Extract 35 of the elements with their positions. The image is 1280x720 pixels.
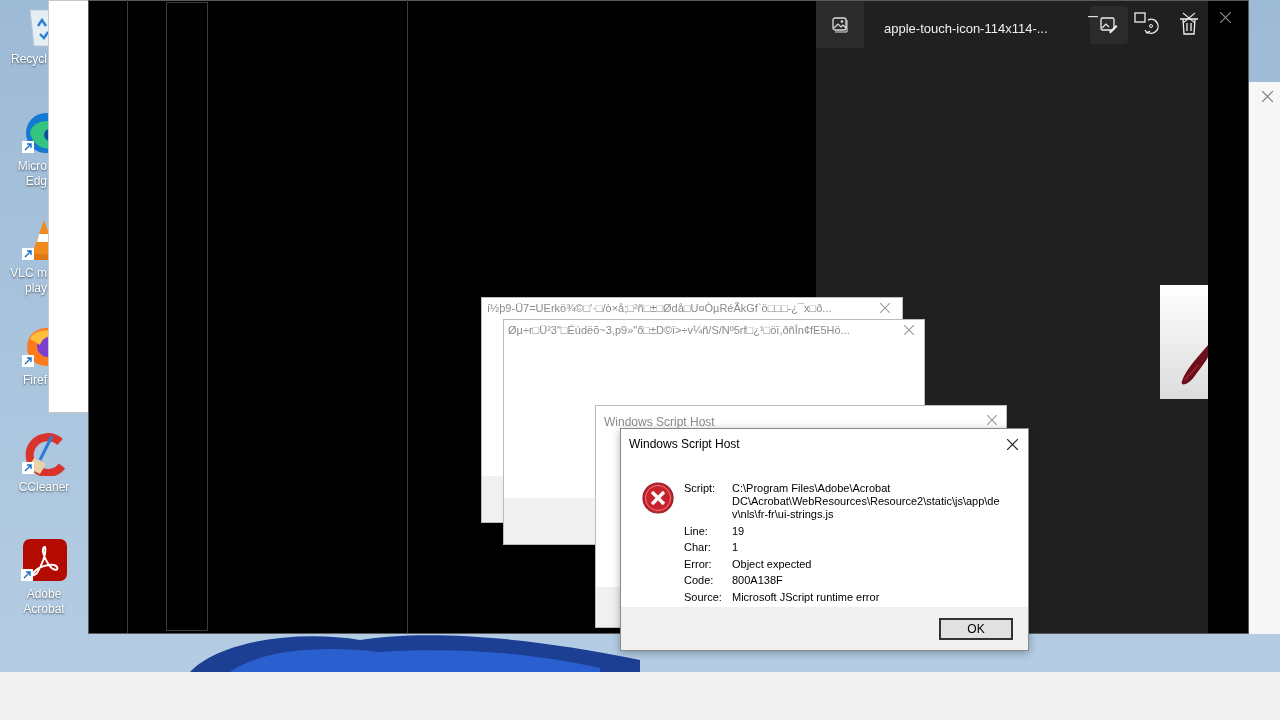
ok-button[interactable]: OK (939, 617, 1013, 640)
field-label: Script: (684, 482, 717, 496)
icon-label[interactable]: Recycl (11, 52, 47, 67)
close-icon[interactable] (1007, 438, 1018, 450)
icon-label[interactable]: VLC m play (10, 266, 47, 296)
dialog-title: Windows Script Host (604, 414, 715, 431)
field-label: Error: (684, 557, 713, 572)
gallery-button[interactable] (816, 1, 864, 48)
icon-label[interactable]: Micro Edg (17, 159, 47, 189)
field-label: Code: (684, 574, 715, 588)
field-value: 800A138F (732, 574, 784, 588)
document-app-icon (21, 539, 67, 583)
minimize-icon[interactable] (1088, 16, 1098, 18)
edit-button[interactable] (1090, 6, 1128, 44)
broom-icon (22, 432, 66, 476)
field-value: C:\Program Files\Adobe\Acrobat DC\Acrobat\WebResources\Resource2\static\js\app\dev\nls\fr-fr\ui-strings.js (732, 482, 1001, 522)
edit-image-icon (1100, 16, 1118, 34)
rotate-icon[interactable] (1134, 12, 1160, 36)
field-value: Object expected (732, 557, 813, 572)
field-value: 19 (732, 524, 746, 539)
error-icon (642, 482, 674, 514)
delete-icon[interactable] (1179, 12, 1199, 35)
field-value: 1 (732, 541, 740, 555)
icon-label[interactable]: Firef (23, 373, 47, 388)
dialog-title: í½þ9-Ü7=UErkö¾©□'·□/ò×å;□²ñ□±□Ødå□U¤ÒµRéÃkGf`ö□□□-¿¯x□ð... (487, 301, 832, 316)
field-value: Microsoft JScript runtime error (732, 590, 881, 605)
field-label: Char: (684, 541, 712, 555)
dialog-title: Windows Script Host (629, 436, 741, 453)
photo-title: apple-touch-icon-114x114-... (884, 20, 1048, 38)
field-label: Source: (684, 590, 723, 605)
dialog-title: Øµ÷r□Ü²3"□Éúdëõ~3,p9»"ő□±D©ï>÷v¼ñ/S/Nº5rf□¿¹□öï,ðñÎn¢fE5Hö... (508, 323, 850, 338)
icon-label[interactable]: Adobe Acrobat (23, 587, 65, 617)
icon-label[interactable]: CCleaner (18, 480, 70, 495)
image-icon (832, 16, 848, 33)
field-label: Line: (684, 524, 709, 539)
